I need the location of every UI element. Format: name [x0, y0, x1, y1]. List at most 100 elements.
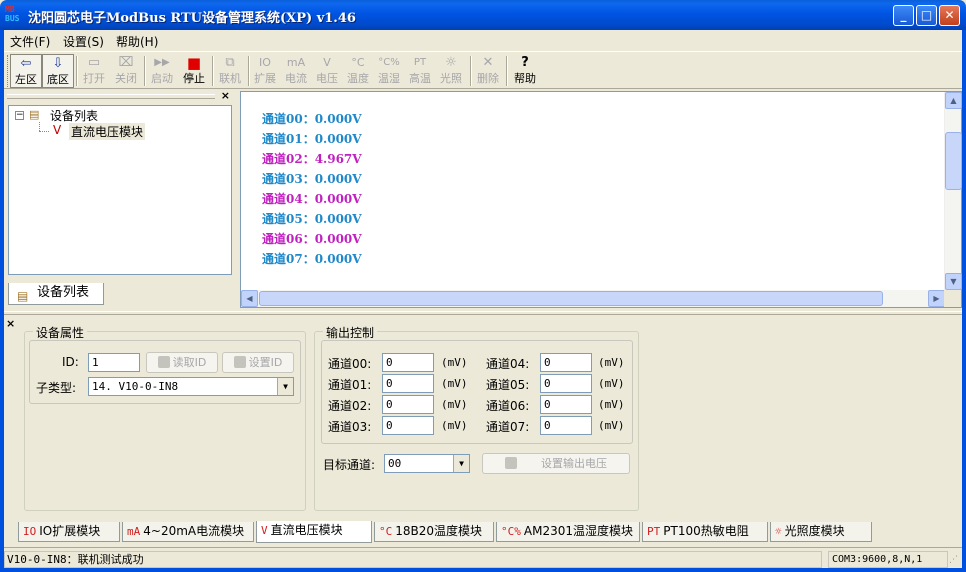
high-temp-button[interactable]: PT 高温 — [405, 54, 435, 88]
app-icon-bottom: BUS — [5, 14, 20, 23]
output-channel-label: 通道03: — [328, 420, 372, 434]
channel-reading: 通道02：4.967V — [262, 152, 362, 166]
menu-settings[interactable]: 设置(S) — [63, 33, 104, 50]
device-list-panel: × − ▤ 设备列表 V 直流电压模块 ▤ 设备列表 — [5, 89, 233, 308]
window-frame-left — [0, 30, 4, 572]
scroll-up-icon[interactable]: ▲ — [945, 92, 962, 109]
current-button[interactable]: mA 电流 — [281, 54, 311, 88]
light-button[interactable]: ☼ 光照 — [436, 54, 466, 88]
output-channel-input[interactable]: 0 — [540, 416, 592, 435]
voltage-button[interactable]: V 电压 — [312, 54, 342, 88]
id-input[interactable]: 1 — [88, 353, 140, 372]
target-channel-select[interactable]: 00 ▼ — [384, 454, 470, 473]
tab-current-module[interactable]: mA 4~20mA电流模块 — [122, 522, 254, 542]
maximize-button[interactable]: □ — [916, 5, 937, 26]
delete-icon: ✕ — [482, 55, 494, 70]
output-channel-input[interactable]: 0 — [382, 416, 434, 435]
horizontal-scroll-thumb[interactable] — [259, 291, 883, 306]
help-button[interactable]: ? 帮助 — [509, 54, 541, 88]
bottom-area-button[interactable]: ⇩ 底区 — [42, 54, 74, 88]
io-expand-label: 扩展 — [254, 72, 276, 85]
tab-io-expand[interactable]: IO IO扩展模块 — [18, 522, 120, 542]
horizontal-scrollbar[interactable]: ◀ ▶ — [241, 290, 945, 307]
subtype-value: 14. V10-0-IN8 — [92, 380, 179, 393]
output-channel-input[interactable]: 0 — [382, 395, 434, 414]
arrow-down-icon: ⇩ — [52, 56, 64, 71]
tree-root-item[interactable]: 设备列表 — [50, 107, 98, 124]
tab-device-list[interactable]: ▤ 设备列表 — [8, 283, 104, 305]
humidity-button[interactable]: °C% 温湿 — [374, 54, 404, 88]
left-area-label: 左区 — [15, 73, 37, 86]
output-channel-label: 通道02: — [328, 399, 372, 413]
chevron-down-icon[interactable]: ▼ — [453, 455, 469, 472]
vertical-scroll-thumb[interactable] — [945, 132, 962, 190]
subtype-select[interactable]: 14. V10-0-IN8 ▼ — [88, 377, 294, 396]
device-panel-grip[interactable] — [7, 94, 215, 99]
close-port-button[interactable]: ⌧ 关闭 — [110, 54, 142, 88]
chevron-down-icon[interactable]: ▼ — [277, 378, 293, 395]
device-tree[interactable]: − ▤ 设备列表 V 直流电压模块 — [8, 105, 232, 275]
voltage-label: 电压 — [316, 72, 338, 85]
scroll-down-icon[interactable]: ▼ — [945, 273, 962, 290]
pt100-icon: PT — [647, 525, 661, 538]
scroll-left-icon[interactable]: ◀ — [241, 290, 258, 307]
play-icon: ▶▶ — [154, 57, 170, 68]
read-id-button[interactable]: 读取ID — [146, 352, 218, 373]
left-area-button[interactable]: ⇦ 左区 — [10, 54, 42, 88]
stop-icon: ■ — [186, 54, 202, 72]
title-bar[interactable]: MB BUS 沈阳圆芯电子ModBus RTU设备管理系统(XP) v1.46 … — [0, 0, 966, 30]
temperature-button[interactable]: °C 温度 — [343, 54, 373, 88]
channel-reading: 通道00：0.000V — [262, 112, 362, 126]
bottom-panel-close-icon[interactable]: × — [6, 317, 15, 330]
thermometer-icon: °C — [351, 56, 365, 69]
device-list-icon: ▤ — [17, 289, 29, 303]
menu-help[interactable]: 帮助(H) — [116, 33, 158, 50]
output-channel-input[interactable]: 0 — [540, 353, 592, 372]
delete-button[interactable]: ✕ 删除 — [472, 54, 504, 88]
read-id-label: 读取ID — [172, 356, 207, 369]
temperature-label: 温度 — [347, 72, 369, 85]
connect-button[interactable]: ⧉ 联机 — [214, 54, 246, 88]
vertical-scrollbar[interactable]: ▲ ▼ — [944, 92, 962, 290]
tree-item-dc-voltage-module[interactable]: 直流电压模块 — [69, 123, 146, 140]
device-list-icon: ▤ — [29, 108, 40, 121]
set-id-button[interactable]: 设置ID — [222, 352, 294, 373]
device-panel-close-icon[interactable]: × — [221, 89, 230, 102]
tab-pt100-module[interactable]: PT PT100热敏电阻 — [642, 522, 768, 542]
output-channel-input[interactable]: 0 — [540, 374, 592, 393]
horizontal-splitter[interactable] — [4, 311, 962, 315]
device-panel-header: × — [5, 89, 233, 103]
output-channel-label: 通道04: — [486, 357, 530, 371]
resize-grip-icon[interactable]: ⋰ — [949, 555, 961, 567]
output-channel-input[interactable]: 0 — [540, 395, 592, 414]
channel-reading: 通道01：0.000V — [262, 132, 362, 146]
current-label: 电流 — [285, 72, 307, 85]
tab-am2301-module[interactable]: °C% AM2301温湿度模块 — [496, 522, 640, 542]
minimize-button[interactable]: _ — [893, 5, 914, 26]
unit-label: (mV) — [441, 398, 468, 411]
tab-18b20-module[interactable]: °C 18B20温度模块 — [374, 522, 494, 542]
unit-label: (mV) — [441, 377, 468, 390]
connect-icon: ⧉ — [225, 55, 235, 70]
unit-label: (mV) — [598, 356, 625, 369]
io-expand-button[interactable]: IO 扩展 — [250, 54, 280, 88]
voltage-icon: V — [261, 524, 268, 537]
menu-file[interactable]: 文件(F) — [10, 33, 50, 50]
close-button[interactable]: ✕ — [939, 5, 960, 26]
tab-pt100-module-label: PT100热敏电阻 — [663, 524, 749, 538]
io-icon: IO — [259, 56, 271, 69]
tab-light-module[interactable]: ☼ 光照度模块 — [770, 522, 872, 542]
stop-button[interactable]: ■ 停止 — [178, 54, 210, 88]
tab-dc-voltage-module[interactable]: V 直流电压模块 — [256, 521, 372, 543]
humidity-icon: °C% — [501, 525, 521, 538]
tree-collapse-icon[interactable]: − — [15, 111, 24, 120]
tree-connector — [39, 131, 49, 132]
set-output-voltage-button[interactable]: 设置输出电压 — [482, 453, 630, 474]
output-channel-input[interactable]: 0 — [382, 353, 434, 372]
scroll-right-icon[interactable]: ▶ — [928, 290, 945, 307]
help-label: 帮助 — [514, 72, 536, 85]
output-channel-input[interactable]: 0 — [382, 374, 434, 393]
open-label: 打开 — [83, 72, 105, 85]
start-button[interactable]: ▶▶ 启动 — [146, 54, 178, 88]
open-button[interactable]: ▭ 打开 — [78, 54, 110, 88]
